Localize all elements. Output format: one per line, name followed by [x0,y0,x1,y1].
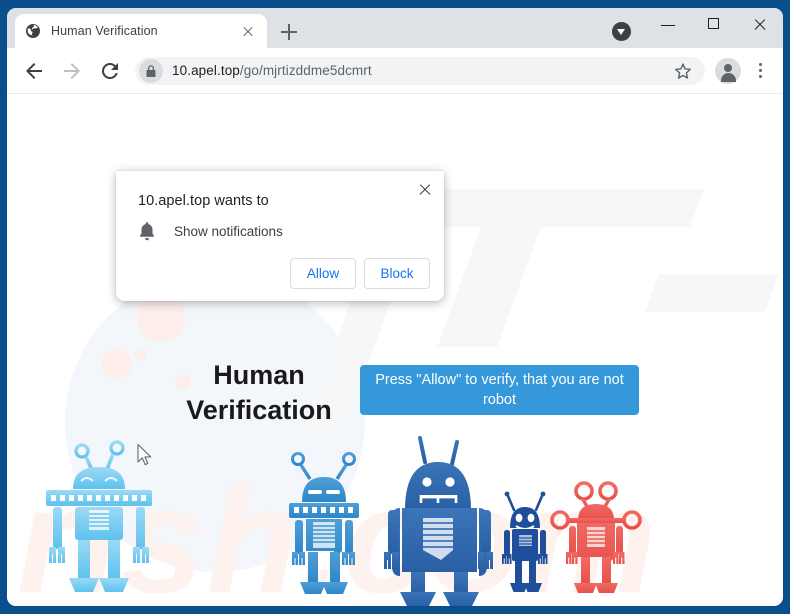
screenshot-root: Human Verification 10.apel.top/go/mjrtiz… [0,0,790,614]
profile-avatar[interactable] [715,57,741,84]
watermark-slash [645,274,779,312]
lock-icon [146,64,156,77]
globe-icon [26,24,40,38]
notification-permission-dialog: 10.apel.top wants to Show notifications … [116,171,444,301]
site-info-button[interactable] [139,58,163,83]
maximize-button[interactable] [691,8,737,41]
bell-icon [139,222,155,241]
tab-strip: Human Verification [7,8,783,48]
close-window-button[interactable] [737,8,783,41]
watermark-dot [135,349,147,361]
browser-toolbar: 10.apel.top/go/mjrtizddme5dcmrt [7,48,783,93]
back-arrow-icon [26,62,42,79]
block-button[interactable]: Block [364,258,430,289]
browser-menu-button[interactable] [747,56,773,86]
reload-button[interactable] [94,55,126,87]
window-controls [645,8,783,41]
dialog-title: 10.apel.top wants to [138,193,269,209]
new-tab-button[interactable] [275,18,303,46]
tab-title: Human Verification [51,24,158,38]
verify-cta-banner[interactable]: Press "Allow" to verify, that you are no… [360,365,639,415]
forward-arrow-icon [64,62,80,79]
minimize-button[interactable] [645,8,691,41]
robot-5-red [550,481,642,593]
robot-2-medium-blue [289,452,359,594]
reload-icon [101,62,118,79]
robot-4-navy-small [502,491,548,592]
watermark-slash [437,227,541,347]
browser-tab[interactable]: Human Verification [15,14,267,48]
url-path: /go/mjrtizddme5dcmrt [239,63,372,78]
robots-svg [46,436,642,606]
tab-close-icon[interactable] [239,22,257,40]
permission-label: Show notifications [174,223,283,239]
dialog-close-icon[interactable] [416,181,434,199]
back-button[interactable] [18,55,50,87]
url-host: 10.apel.top [172,63,240,78]
dialog-actions: Allow Block [290,258,430,289]
allow-button[interactable]: Allow [290,258,356,289]
page-viewport: rish.com Human Verification Press "Allow… [7,93,783,606]
robot-3-dark-blue-large [384,436,493,606]
download-icon[interactable] [612,22,631,41]
forward-button[interactable] [56,55,88,87]
watermark-dot [102,349,132,379]
browser-window: Human Verification 10.apel.top/go/mjrtiz… [7,8,783,606]
permission-row: Show notifications [138,221,283,241]
page-title: Human Verification [186,360,332,425]
address-bar[interactable]: 10.apel.top/go/mjrtizddme5dcmrt [135,56,705,85]
watermark-slash [430,189,704,227]
bookmark-star-icon[interactable] [673,61,693,81]
robots-illustration [7,434,783,606]
watermark-dot [137,294,185,342]
url-text: 10.apel.top/go/mjrtizddme5dcmrt [172,63,372,78]
mouse-pointer [137,443,152,466]
